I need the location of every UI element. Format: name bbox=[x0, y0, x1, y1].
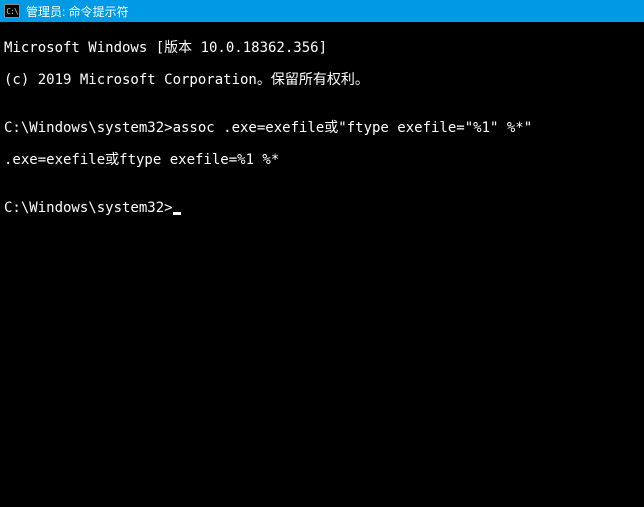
output-line: Microsoft Windows [版本 10.0.18362.356] bbox=[4, 40, 640, 56]
prompt-line: C:\Windows\system32> bbox=[4, 200, 640, 216]
cmd-icon: C:\ bbox=[4, 4, 20, 18]
output-line: .exe=exefile或ftype exefile=%1 %* bbox=[4, 152, 640, 168]
window-titlebar[interactable]: C:\ 管理员: 命令提示符 bbox=[0, 0, 644, 22]
window-title: 管理员: 命令提示符 bbox=[26, 3, 129, 20]
terminal-output[interactable]: Microsoft Windows [版本 10.0.18362.356] (c… bbox=[0, 22, 644, 507]
output-line: (c) 2019 Microsoft Corporation。保留所有权利。 bbox=[4, 72, 640, 88]
cursor bbox=[173, 212, 181, 215]
output-line: C:\Windows\system32>assoc .exe=exefile或"… bbox=[4, 120, 640, 136]
